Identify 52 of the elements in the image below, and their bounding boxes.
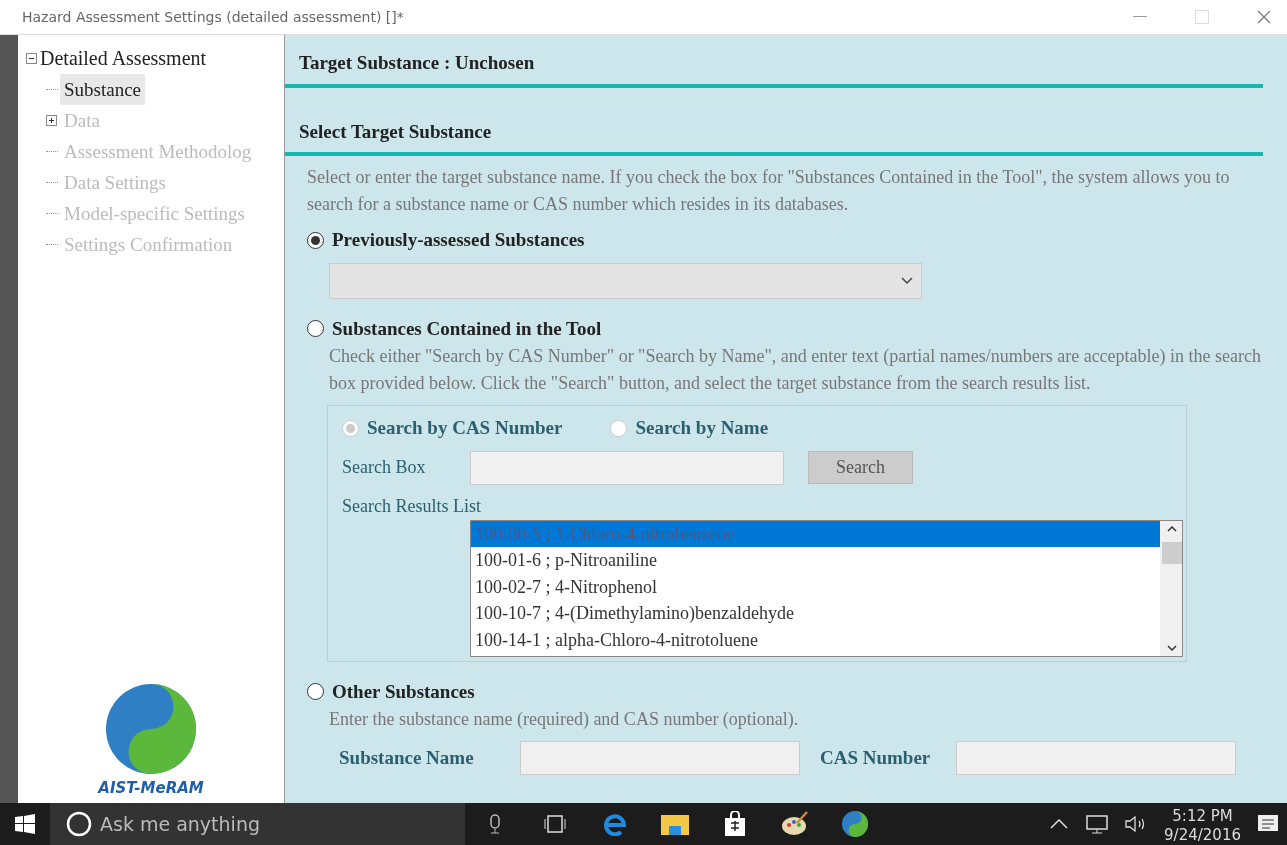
results-list-label: Search Results List xyxy=(342,494,482,518)
search-box-label: Search Box xyxy=(342,456,427,479)
option-description: Check either "Search by CAS Number" or "Search by Name", and enter text (partial names/numbers are acceptable) in the search box provided below. Click the "Search" button, and select the target substance from the search results list. xyxy=(329,345,1263,395)
intro-text: Select or enter the target substance name. If you check the box for "Substances Contained in the Tool", the system allows you to search for a substance name or CAS number which resides in its databases. xyxy=(307,166,1231,216)
logo-text: AIST-MeRAM xyxy=(98,777,204,799)
result-item[interactable]: 100-14-1 ; alpha-Chloro-4-nitrotoluene xyxy=(471,626,1160,653)
scroll-down-icon[interactable] xyxy=(1166,644,1177,652)
radio-button[interactable] xyxy=(307,231,324,249)
scrollbar[interactable] xyxy=(1160,520,1182,656)
option-label: Other Substances xyxy=(332,679,475,704)
window-title: Hazard Assessment Settings (detailed assessment) []* xyxy=(22,7,404,27)
radio-button[interactable] xyxy=(307,320,324,338)
scroll-thumb[interactable] xyxy=(1161,542,1182,564)
folder-icon[interactable] xyxy=(660,812,690,836)
field-label: CAS Number xyxy=(820,745,932,770)
option-label: Previously-assessed Substances xyxy=(332,228,585,252)
clock-time[interactable]: 5:12 PM xyxy=(1172,807,1233,826)
close-icon[interactable] xyxy=(1257,10,1271,24)
field-label: Substance Name xyxy=(339,745,475,770)
radio-label: Search by CAS Number xyxy=(367,416,563,440)
search-button[interactable]: Search xyxy=(808,451,913,484)
result-item[interactable]: 100-01-6 ; p-Nitroaniline xyxy=(471,547,1160,574)
result-item[interactable]: 100-10-7 ; 4-(Dimethylamino)benzaldehyde xyxy=(471,600,1160,627)
globe-app-icon[interactable] xyxy=(841,810,869,838)
cortana-circle-icon xyxy=(66,811,92,837)
radio-button[interactable] xyxy=(307,683,324,701)
clock-date[interactable]: 9/24/2016 xyxy=(1164,826,1241,845)
collapse-icon[interactable] xyxy=(26,53,37,64)
tree-item[interactable]: Substance xyxy=(60,74,146,105)
minimize-icon[interactable] xyxy=(1133,16,1147,18)
scroll-up-icon[interactable] xyxy=(1166,524,1177,532)
chevron-up-icon[interactable] xyxy=(1050,819,1069,829)
section-title: Select Target Substance xyxy=(285,111,1263,156)
store-bag-icon[interactable] xyxy=(723,811,747,837)
network-icon[interactable] xyxy=(1084,814,1109,834)
text-field[interactable] xyxy=(956,741,1236,775)
browser-e-icon[interactable] xyxy=(603,812,627,836)
microphone-icon[interactable] xyxy=(489,814,501,834)
result-item[interactable]: 100-02-7 ; 4-Nitrophenol xyxy=(471,573,1160,600)
search-field[interactable] xyxy=(470,450,784,485)
windows-start-icon[interactable] xyxy=(15,814,35,834)
taskbar-search-field[interactable]: Ask me anything xyxy=(50,803,465,845)
radio-label: Search by Name xyxy=(635,416,769,440)
tree-item[interactable]: Detailed Assessment xyxy=(40,43,207,74)
task-view-icon[interactable] xyxy=(543,815,567,833)
target-substance-header: Target Substance : Unchosen xyxy=(285,43,1263,88)
globe-logo-icon xyxy=(105,682,197,775)
option-description: Enter the substance name (required) and CAS number (optional). xyxy=(329,708,800,731)
paint-palette-icon[interactable] xyxy=(781,811,809,837)
text-field[interactable] xyxy=(520,741,800,775)
option-label: Substances Contained in the Tool xyxy=(332,316,602,341)
chevron-down-icon xyxy=(901,276,913,285)
